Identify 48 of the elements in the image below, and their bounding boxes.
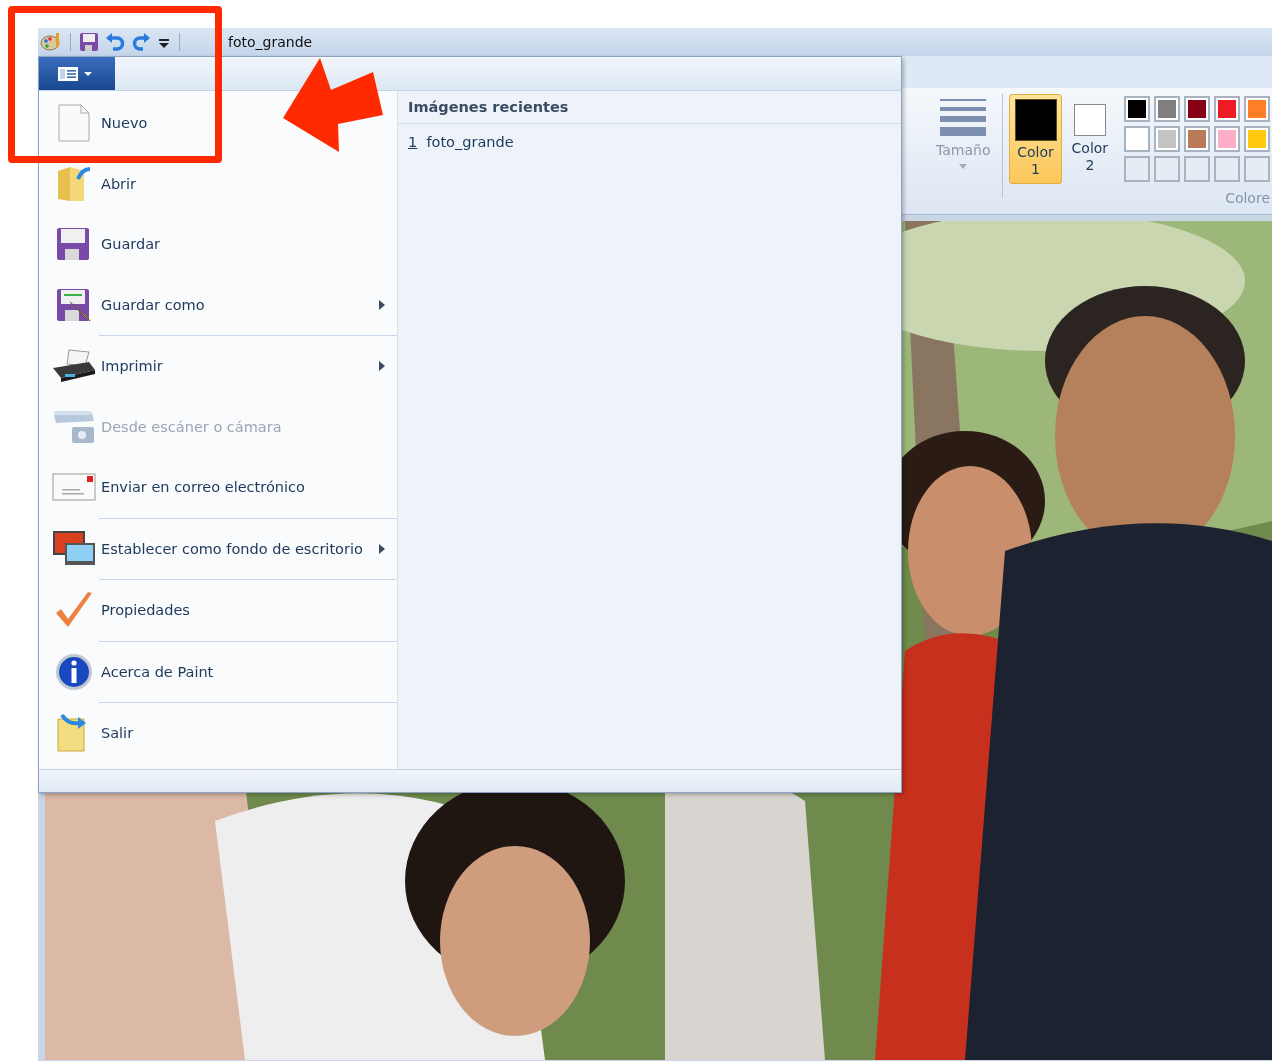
menu-item[interactable]: Establecer como fondo de escritorio <box>39 518 397 579</box>
info-icon <box>55 652 93 691</box>
redo-icon[interactable] <box>131 32 151 52</box>
scanner-camera-icon <box>52 408 96 445</box>
folder-icon <box>56 164 92 203</box>
color-swatch[interactable] <box>1184 126 1210 152</box>
palette-icon[interactable] <box>40 32 62 52</box>
menu-item[interactable]: Enviar en correo electrónico <box>39 457 317 518</box>
menu-item[interactable]: Nuevo <box>39 93 160 154</box>
recent-images-heading: Imágenes recientes <box>398 91 901 124</box>
color-swatch[interactable] <box>1124 126 1150 152</box>
caret-icon <box>959 164 968 169</box>
color-button[interactable]: Color 2 <box>1063 94 1116 184</box>
submenu-arrow-icon <box>379 543 385 554</box>
menu-item[interactable]: Guardar <box>39 214 173 275</box>
menu-item[interactable]: Acerca de Paint <box>39 641 226 702</box>
color-swatch[interactable] <box>1184 96 1210 122</box>
menu-item[interactable]: Propiedades <box>39 580 202 641</box>
empty-swatch[interactable] <box>1244 156 1270 182</box>
menu-item[interactable]: Guardar como <box>39 274 397 335</box>
color-swatch[interactable] <box>1244 126 1270 152</box>
window-title: foto_grande <box>228 34 313 50</box>
menu-item[interactable]: Imprimir <box>39 336 397 397</box>
color-swatch[interactable] <box>1244 96 1270 122</box>
color-button[interactable]: Color 1 <box>1009 94 1062 184</box>
blank-page-icon <box>58 104 90 143</box>
color-swatch[interactable] <box>1214 96 1240 122</box>
empty-swatch[interactable] <box>1184 156 1210 182</box>
submenu-arrow-icon <box>379 299 385 310</box>
paint-menu-button[interactable] <box>39 57 115 90</box>
recent-file[interactable]: 1 foto_grande <box>398 124 524 160</box>
printer-icon <box>51 348 97 385</box>
color-swatch[interactable] <box>1154 96 1180 122</box>
menu-item[interactable]: Abrir <box>39 153 149 214</box>
empty-swatch[interactable] <box>1124 156 1150 182</box>
color-swatch[interactable] <box>1214 126 1240 152</box>
menu-item[interactable]: Salir <box>39 703 146 764</box>
group-label: Colore <box>1225 190 1270 206</box>
empty-swatch[interactable] <box>1214 156 1240 182</box>
save-icon[interactable] <box>79 32 99 52</box>
floppy-pencil-icon <box>56 287 92 322</box>
empty-swatch[interactable] <box>1154 156 1180 182</box>
line-width-icon <box>940 98 987 136</box>
undo-icon[interactable] <box>105 32 125 52</box>
color-swatch[interactable] <box>1154 126 1180 152</box>
envelope-icon <box>52 473 96 502</box>
submenu-arrow-icon <box>379 361 385 372</box>
color-swatch[interactable] <box>1124 96 1150 122</box>
